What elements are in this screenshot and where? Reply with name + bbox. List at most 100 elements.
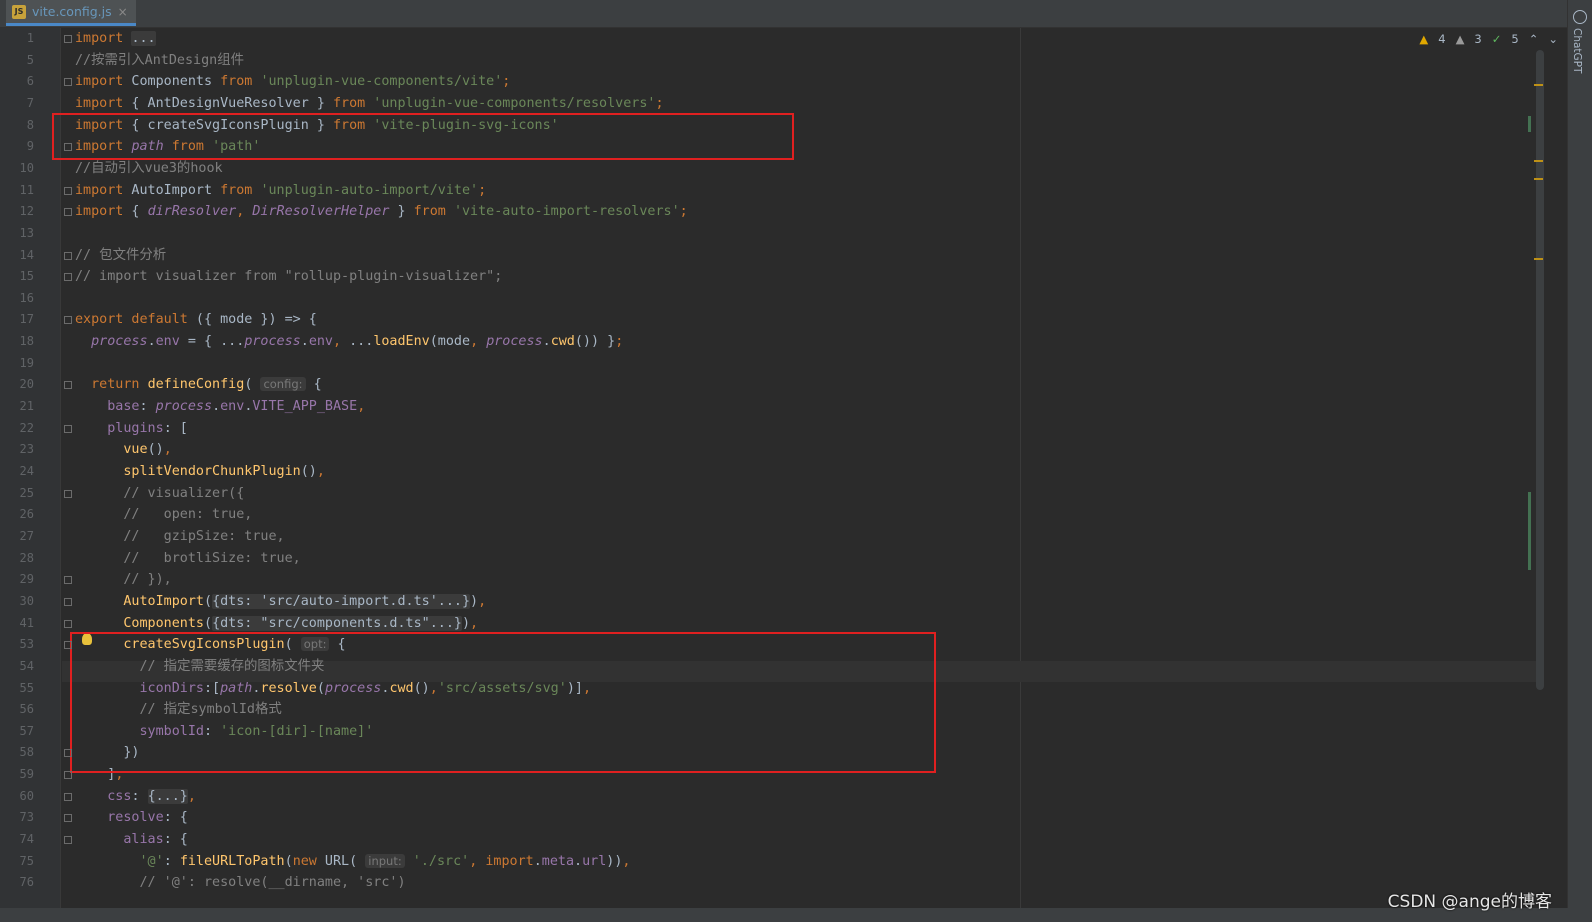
code-editor[interactable]: import ... //按需引入AntDesign组件 import Compon… (62, 28, 1536, 908)
code-line[interactable]: // }), (75, 569, 172, 590)
tab-label: vite.config.js (32, 4, 112, 19)
code-line[interactable]: // visualizer({ (75, 483, 244, 504)
code-token: , (187, 788, 196, 804)
code-token: Components (123, 74, 221, 90)
fold-toggle-icon[interactable] (64, 597, 72, 606)
line-number: 57 (19, 723, 34, 738)
bottom-scrollbar-area (0, 908, 1568, 922)
line-number: 8 (26, 117, 34, 132)
line-number: 20 (19, 377, 34, 392)
code-line[interactable]: // '@': resolve(__dirname, 'src') (75, 872, 406, 893)
fold-toggle-icon[interactable] (64, 381, 72, 390)
code-line[interactable]: vue(), (75, 439, 172, 460)
code-line[interactable]: '@': fileURLToPath(new URL( input: './sr… (75, 851, 630, 872)
fold-toggle-icon[interactable] (64, 641, 72, 650)
code-line[interactable]: export default ({ mode }) => { (75, 309, 317, 330)
code-line[interactable]: //自动引入vue3的hook (75, 158, 223, 179)
code-line[interactable]: css: {...}, (75, 786, 196, 807)
fold-toggle-icon[interactable] (64, 619, 72, 628)
fold-toggle-icon[interactable] (64, 771, 72, 780)
code-line[interactable]: base: process.env.VITE_APP_BASE, (75, 396, 365, 417)
fold-toggle-icon[interactable] (64, 424, 72, 433)
code-token: , (163, 442, 172, 458)
code-line[interactable]: // 包文件分析 (75, 245, 166, 266)
close-icon[interactable]: × (118, 5, 128, 19)
fold-toggle-icon[interactable] (64, 836, 72, 845)
code-token: process (91, 334, 148, 350)
code-token: input: (365, 853, 405, 868)
code-line[interactable]: import { dirResolver, DirResolverHelper … (75, 201, 688, 222)
code-token: resolve (107, 810, 164, 826)
code-token: ; (502, 74, 511, 90)
code-line[interactable]: // import visualizer from "rollup-plugin… (75, 266, 502, 287)
code-line[interactable]: // open: true, (75, 504, 252, 525)
fold-toggle-icon[interactable] (64, 273, 72, 282)
fold-toggle-icon[interactable] (64, 749, 72, 758)
code-line[interactable]: Components({dts: "src/components.d.ts"..… (75, 613, 478, 634)
line-number: 5 (26, 52, 34, 67)
vcs-change-marker (1528, 116, 1531, 132)
code-token: import (75, 31, 124, 46)
code-token: } (389, 204, 414, 220)
fold-toggle-icon[interactable] (64, 186, 72, 195)
code-line[interactable]: import { AntDesignVueResolver } from 'un… (75, 93, 664, 114)
fold-toggle-icon[interactable] (64, 489, 72, 498)
code-token: // 包文件分析 (75, 247, 167, 263)
code-token: . (542, 334, 551, 350)
prev-highlight-icon[interactable]: ⌃ (1529, 32, 1539, 46)
code-line[interactable]: import Components from 'unplugin-vue-com… (75, 71, 510, 92)
line-number: 28 (19, 550, 34, 565)
code-line[interactable]: splitVendorChunkPlugin(), (75, 461, 325, 482)
fold-toggle-icon[interactable] (64, 576, 72, 585)
annotation-box-svg-plugin (70, 632, 936, 773)
tab-vite-config[interactable]: JS vite.config.js × (6, 0, 136, 26)
code-token: cwd (550, 334, 575, 350)
error-stripe-marker (1534, 84, 1543, 86)
code-line[interactable]: //按需引入AntDesign组件 (75, 50, 244, 71)
code-line[interactable]: alias: { (75, 829, 188, 850)
fold-toggle-icon[interactable] (64, 316, 72, 325)
line-number: 6 (26, 74, 34, 89)
code-token: './src' (412, 853, 470, 869)
inspection-widget[interactable]: ▲ 4 ▲ 3 ✓ 5 ⌃ ⌄ (1419, 32, 1558, 46)
code-token: dirResolver (147, 204, 237, 220)
fold-toggle-icon[interactable] (64, 143, 72, 152)
code-line[interactable]: process.env = { ...process.env, ...loadE… (75, 331, 623, 352)
code-token: Components (123, 615, 204, 631)
line-number: 1 (26, 31, 34, 45)
line-number: 60 (19, 788, 34, 803)
code-line[interactable]: // brotliSize: true, (75, 548, 300, 569)
code-line[interactable]: AutoImport({dts: 'src/auto-import.d.ts'.… (75, 591, 486, 612)
fold-toggle-icon[interactable] (64, 35, 72, 43)
next-highlight-icon[interactable]: ⌄ (1548, 32, 1558, 46)
openai-icon[interactable] (1573, 10, 1587, 24)
code-token: import (485, 853, 534, 869)
chatgpt-panel-button[interactable]: ChatGPT (1571, 28, 1583, 73)
code-token: plugins (107, 420, 164, 436)
code-line[interactable]: return defineConfig( config: { (75, 374, 322, 395)
code-line[interactable]: // gzipSize: true, (75, 526, 284, 547)
code-token: process (244, 334, 301, 350)
js-file-icon: JS (12, 4, 26, 19)
vertical-scrollbar[interactable] (1536, 50, 1544, 690)
code-token: // }), (123, 572, 172, 588)
line-number: 56 (19, 702, 34, 717)
fold-toggle-icon[interactable] (64, 792, 72, 801)
code-line[interactable]: import ... (75, 28, 156, 49)
fold-toggle-icon[interactable] (64, 78, 72, 87)
code-line[interactable]: plugins: [ (75, 418, 188, 439)
fold-toggle-icon[interactable] (64, 814, 72, 823)
fold-toggle-icon[interactable] (64, 251, 72, 260)
code-token: ... (131, 31, 156, 46)
code-line[interactable]: import AutoImport from 'unplugin-auto-im… (75, 180, 486, 201)
fold-toggle-icon[interactable] (64, 208, 72, 217)
code-line[interactable]: resolve: { (75, 807, 188, 828)
code-token: import (75, 182, 124, 198)
